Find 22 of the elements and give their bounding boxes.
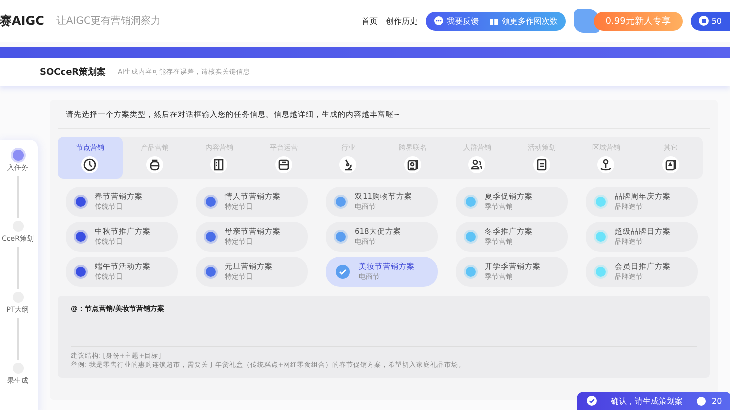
book-icon <box>210 156 228 174</box>
mascot-drawing <box>574 9 600 33</box>
chat-icon <box>434 16 444 26</box>
id-card-icon <box>404 156 422 174</box>
location-pin-icon <box>597 156 616 174</box>
logo-text: 赛AIGC <box>0 12 44 30</box>
clock-icon <box>81 156 100 174</box>
slogan: 让AIGC更有营销洞察力 <box>56 14 161 28</box>
nav-link[interactable]: 创作历史 <box>386 16 418 26</box>
check-icon <box>587 396 597 406</box>
people-icon <box>468 156 486 174</box>
microscope-icon <box>339 156 358 174</box>
nav-link[interactable]: 首页 <box>362 16 378 26</box>
backpack-icon <box>146 156 164 174</box>
credits-button[interactable]: 50 <box>690 12 730 30</box>
box-icon <box>274 156 293 174</box>
badge-icon <box>662 156 680 174</box>
generate-button[interactable]: 确认，请生成策划案 20 <box>577 392 730 410</box>
step-dot[interactable] <box>12 150 24 161</box>
page-title: SOCceR策划案 <box>40 66 106 78</box>
document-icon <box>532 156 551 174</box>
feedback-button[interactable]: 我要反馈 <box>432 16 481 26</box>
